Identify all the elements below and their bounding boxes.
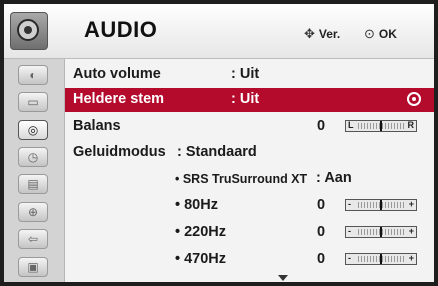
eq-220hz-item[interactable]: • 220Hz 0 - + xyxy=(65,221,434,245)
eq-470hz-item[interactable]: • 470Hz 0 - + xyxy=(65,248,434,272)
screen-icon[interactable]: ▭ xyxy=(18,92,48,112)
select-icon xyxy=(407,92,421,106)
clear-voice-item[interactable]: Heldere stem : Uit xyxy=(65,88,434,112)
speaker-icon xyxy=(10,12,48,50)
arrows-icon: ✥ xyxy=(304,26,315,41)
audio-menu-panel: AUDIO ✥ Ver. ⊙ OK ◐ ▭ ◎ ◷ ▤ ⊕ ⇦ ▣ Auto vol… xyxy=(4,4,434,282)
eq-80hz-slider[interactable]: - + xyxy=(345,199,417,211)
clock-icon[interactable]: ◷ xyxy=(18,147,48,167)
ok-hint: ⊙ OK xyxy=(364,26,397,41)
eq-80hz-item[interactable]: • 80Hz 0 - + xyxy=(65,194,434,218)
eq-470hz-slider[interactable]: - + xyxy=(345,253,417,265)
picture-icon[interactable]: ◐ xyxy=(18,65,48,85)
options-icon[interactable]: ▤ xyxy=(18,174,48,194)
balance-item[interactable]: Balans 0 L R xyxy=(65,115,434,139)
category-sidebar: ◐ ▭ ◎ ◷ ▤ ⊕ ⇦ ▣ xyxy=(4,59,65,282)
auto-volume-item[interactable]: Auto volume : Uit xyxy=(65,63,434,87)
scroll-down-icon[interactable] xyxy=(278,275,288,281)
move-hint: ✥ Ver. xyxy=(304,26,341,41)
srs-trusurround-item[interactable]: • SRS TruSurround XT : Aan xyxy=(65,167,434,191)
eq-220hz-slider[interactable]: - + xyxy=(345,226,417,238)
page-title: AUDIO xyxy=(84,17,158,42)
lock-icon[interactable]: ⊕ xyxy=(18,202,48,222)
input-icon[interactable]: ⇦ xyxy=(18,229,48,249)
balance-slider[interactable]: L R xyxy=(345,120,417,132)
ok-button-icon: ⊙ xyxy=(364,26,375,41)
tv-screen-frame: AUDIO ✥ Ver. ⊙ OK ◐ ▭ ◎ ◷ ▤ ⊕ ⇦ ▣ Auto vol… xyxy=(0,0,438,286)
menu-header: AUDIO ✥ Ver. ⊙ OK xyxy=(4,4,434,59)
audio-settings-list: Auto volume : Uit Heldere stem : Uit Bal… xyxy=(65,59,434,282)
sound-mode-item[interactable]: Geluidmodus : Standaard xyxy=(65,141,434,165)
audio-icon[interactable]: ◎ xyxy=(18,120,48,140)
usb-icon[interactable]: ▣ xyxy=(18,257,48,277)
